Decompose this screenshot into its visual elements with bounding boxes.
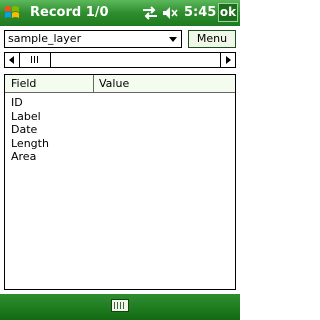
- sync-arrows-icon[interactable]: [142, 6, 158, 20]
- table-rows: ID Label Date Length Area: [11, 96, 49, 164]
- clock[interactable]: 5:45: [184, 5, 216, 21]
- record-scrollbar[interactable]: [4, 52, 236, 68]
- scroll-thumb[interactable]: [20, 53, 51, 67]
- column-header-value[interactable]: Value: [99, 77, 129, 91]
- scroll-right-arrow-icon[interactable]: [220, 53, 235, 67]
- soft-key-bar: [0, 294, 240, 320]
- layer-dropdown-value: sample_layer: [8, 32, 82, 45]
- table-row[interactable]: Date: [11, 123, 49, 137]
- table-row[interactable]: ID: [11, 96, 49, 110]
- layer-dropdown[interactable]: sample_layer: [4, 30, 182, 48]
- attribute-table: Field Value ID Label Date Length Area: [4, 74, 236, 290]
- title-bar: Record 1/0 5:45 ok: [0, 0, 240, 26]
- column-divider[interactable]: [93, 75, 94, 93]
- table-header: Field Value: [5, 75, 235, 93]
- column-header-field[interactable]: Field: [11, 77, 36, 91]
- table-row[interactable]: Label: [11, 110, 49, 124]
- ok-button[interactable]: ok: [218, 3, 238, 22]
- scroll-left-arrow-icon[interactable]: [5, 53, 20, 67]
- keyboard-icon[interactable]: [111, 299, 129, 312]
- table-row[interactable]: Area: [11, 150, 49, 164]
- windows-start-icon[interactable]: [3, 4, 21, 22]
- menu-button[interactable]: Menu: [188, 30, 236, 48]
- speaker-muted-icon[interactable]: [162, 6, 178, 20]
- chevron-down-icon[interactable]: [169, 37, 177, 42]
- table-row[interactable]: Length: [11, 137, 49, 151]
- status-icons: [142, 4, 178, 22]
- window-title: Record 1/0: [30, 5, 109, 20]
